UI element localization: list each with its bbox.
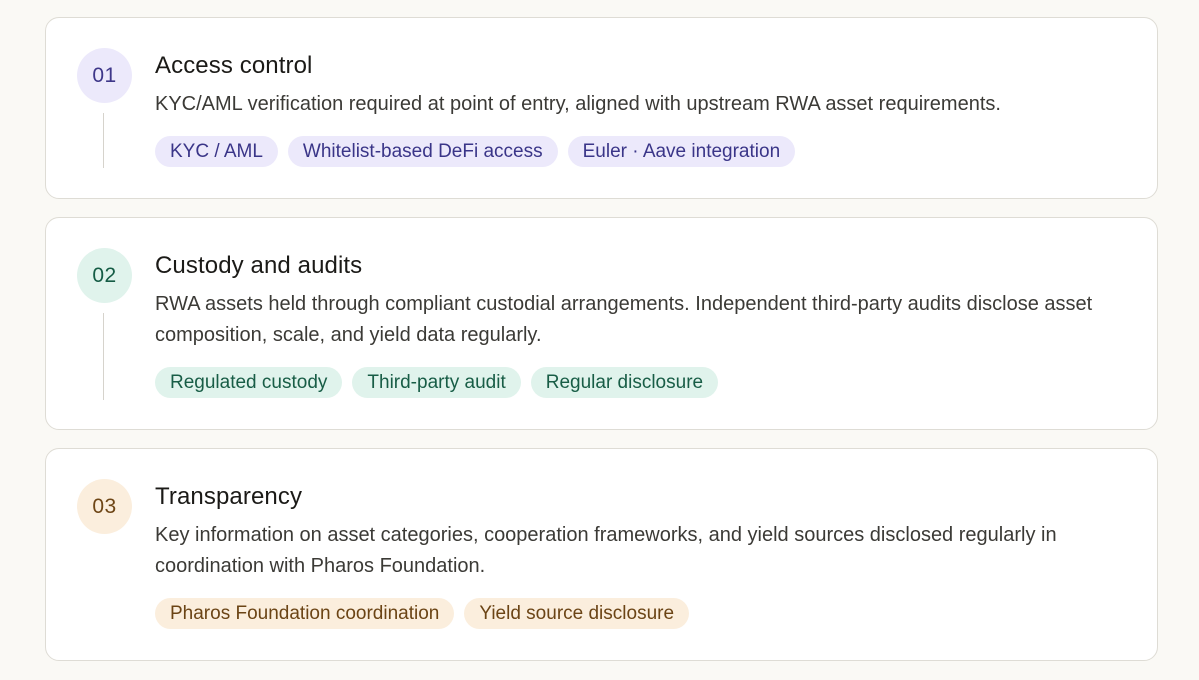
section-card-access-control: 01 Access control KYC/AML verification r… xyxy=(45,17,1158,199)
tag-whitelist-defi-access: Whitelist-based DeFi access xyxy=(287,136,558,167)
section-card-transparency: 03 Transparency Key information on asset… xyxy=(45,448,1158,661)
step-number: 01 xyxy=(92,63,117,87)
step-connector-line xyxy=(103,313,104,400)
step-number-badge: 01 xyxy=(77,48,132,103)
tag-regular-disclosure: Regular disclosure xyxy=(530,367,719,398)
tag-list: Regulated custody Third-party audit Regu… xyxy=(155,367,1117,398)
tag-euler-aave-integration: Euler · Aave integration xyxy=(567,136,796,167)
section-title: Custody and audits xyxy=(155,252,363,279)
section-content: Custody and audits RWA assets held throu… xyxy=(155,251,1117,398)
step-number: 02 xyxy=(92,263,117,287)
tag-list: KYC / AML Whitelist-based DeFi access Eu… xyxy=(155,136,1117,167)
step-number-badge: 03 xyxy=(77,479,132,534)
tag-list: Pharos Foundation coordination Yield sou… xyxy=(155,598,1117,629)
section-card-custody-audits: 02 Custody and audits RWA assets held th… xyxy=(45,217,1158,430)
section-description: KYC/AML verification required at point o… xyxy=(155,93,1001,115)
section-description: Key information on asset categories, coo… xyxy=(155,524,1057,577)
section-content: Transparency Key information on asset ca… xyxy=(155,482,1117,629)
tag-kyc-aml: KYC / AML xyxy=(155,136,278,167)
tag-pharos-foundation-coordination: Pharos Foundation coordination xyxy=(155,598,455,629)
tag-yield-source-disclosure: Yield source disclosure xyxy=(464,598,690,629)
section-list: 01 Access control KYC/AML verification r… xyxy=(0,0,1199,680)
tag-third-party-audit: Third-party audit xyxy=(352,367,521,398)
step-number: 03 xyxy=(92,494,117,518)
tag-regulated-custody: Regulated custody xyxy=(155,367,343,398)
section-content: Access control KYC/AML verification requ… xyxy=(155,51,1117,167)
step-connector-line xyxy=(103,113,104,168)
section-title: Transparency xyxy=(155,483,303,510)
step-number-badge: 02 xyxy=(77,248,132,303)
section-description: RWA assets held through compliant custod… xyxy=(155,293,1093,346)
section-title: Access control xyxy=(155,52,313,79)
